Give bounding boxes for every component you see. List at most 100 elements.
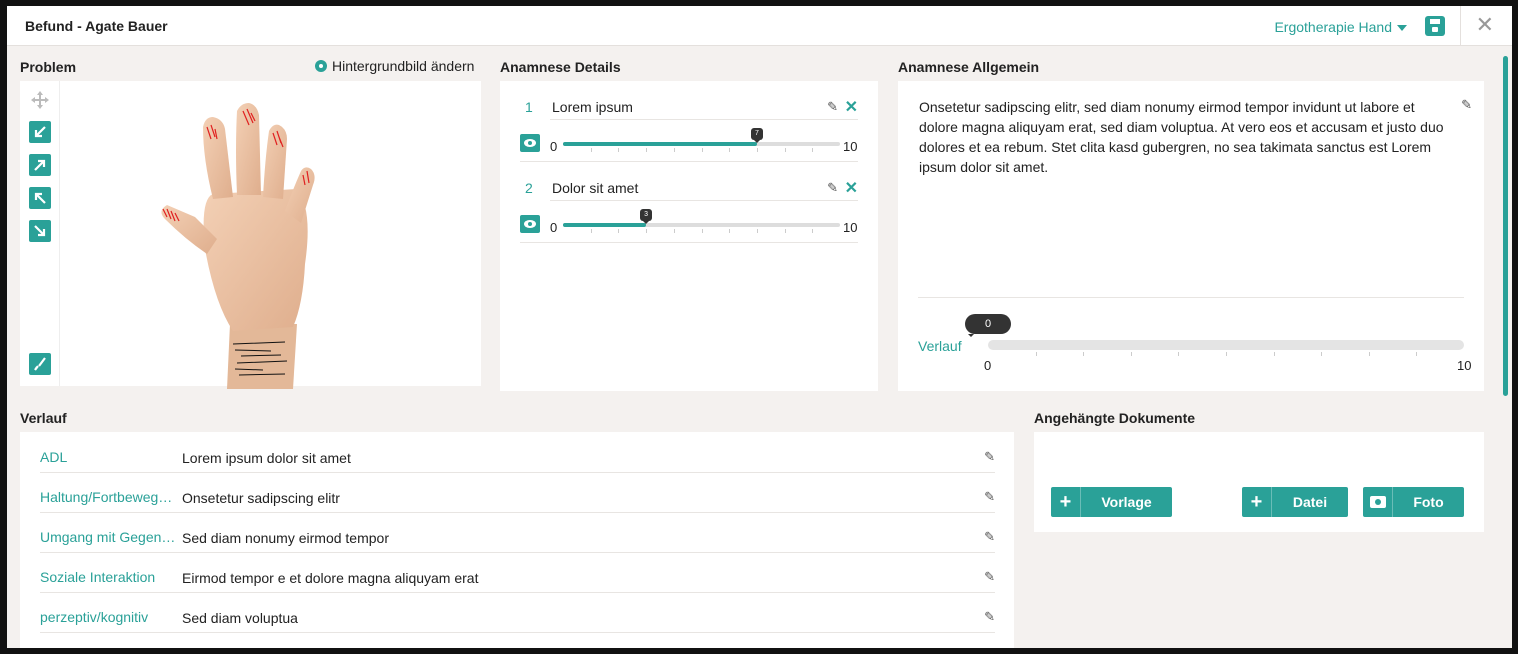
delete-icon[interactable]: ✕ [845,181,858,197]
slider-tick [1178,352,1180,356]
details-slider[interactable]: 7 [563,128,840,152]
row-value: Eirmod tempor e et dolore magna aliquyam… [182,570,479,586]
slider-tick [784,229,786,233]
slider-tick [646,229,648,233]
slider-min: 0 [984,358,992,373]
slider-max: 10 [843,220,858,235]
slider-tick [1130,352,1132,356]
slider-tick [673,148,675,152]
slider-tick [1416,352,1418,356]
move-icon[interactable] [29,89,51,111]
verlauf-heading: Verlauf [20,410,67,426]
brush-icon[interactable] [29,353,51,375]
therapy-select[interactable]: Ergotherapie Hand [1274,19,1407,35]
table-row[interactable]: Haltung/Fortbewegung Onsetetur sadipscin… [40,489,995,529]
documents-heading: Angehängte Dokumente [1034,410,1196,426]
therapy-select-label: Ergotherapie Hand [1274,19,1392,35]
row-key: perzeptiv/kognitiv [40,609,149,625]
slider-tick [590,148,592,152]
verlauf-slider[interactable]: 0 [965,314,1464,356]
table-row[interactable]: perzeptiv/kognitiv Sed diam voluptua ✎ [40,609,995,648]
slider-tick [729,148,731,152]
verlauf-panel: ADL Lorem ipsum dolor sit amet ✎ Haltung… [20,432,1014,648]
change-background-label: Hintergrundbild ändern [332,58,475,74]
row-divider [40,552,995,553]
delete-icon[interactable]: ✕ [845,100,858,116]
slider-fill [563,223,647,227]
add-file-label: Datei [1292,494,1328,510]
slider-tick [756,148,758,152]
row-value: Sed diam voluptua [182,610,298,626]
pencil-icon[interactable]: ✎ [984,529,995,545]
add-template-label: Vorlage [1101,494,1152,510]
add-template-button[interactable]: + Vorlage [1051,487,1172,517]
row-divider [40,512,995,513]
pencil-icon[interactable]: ✎ [984,609,995,625]
header-divider [1460,6,1461,46]
slider-max: 10 [1457,358,1472,373]
general-heading: Anamnese Allgemein [898,59,1040,75]
pencil-icon[interactable]: ✎ [827,180,838,196]
arrow-down-right-icon[interactable] [29,220,51,242]
details-item-underline [550,200,858,201]
table-row[interactable]: ADL Lorem ipsum dolor sit amet ✎ [40,449,995,489]
arrow-up-right-icon[interactable] [29,154,51,176]
slider-tick [1368,352,1370,356]
hand-image [161,103,315,389]
slider-value-bubble: 3 [640,209,653,224]
row-key: Haltung/Fortbewegung [40,489,180,505]
save-icon[interactable] [1425,16,1445,36]
slider-tick [756,229,758,233]
caret-down-icon [1397,25,1407,31]
modal-title: Befund - Agate Bauer [25,18,168,34]
close-icon[interactable]: ✕ [1476,14,1494,36]
slider-max: 10 [843,139,858,154]
change-background-button[interactable]: Hintergrundbild ändern [315,58,474,74]
row-value: Lorem ipsum dolor sit amet [182,450,351,466]
slider-value-bubble: 0 [965,314,1011,337]
slider-tick [673,229,675,233]
details-slider[interactable]: 3 [563,209,840,233]
plus-icon: + [1242,487,1272,517]
slider-tick [618,229,620,233]
row-value: Sed diam nonumy eirmod tempor [182,530,389,546]
eye-icon[interactable] [520,215,540,233]
modal-header: Befund - Agate Bauer Ergotherapie Hand ✕ [7,6,1512,46]
row-divider [40,472,995,473]
row-key: ADL [40,449,68,465]
eye-icon[interactable] [520,134,540,152]
befund-modal: Befund - Agate Bauer Ergotherapie Hand ✕… [7,6,1512,648]
slider-tick [618,148,620,152]
pencil-icon[interactable]: ✎ [827,99,838,115]
details-item-number: 1 [525,99,533,115]
general-panel: Onsetetur sadipscing elitr, sed diam non… [898,81,1484,391]
scrollbar[interactable] [1503,56,1508,396]
arrow-down-left-icon[interactable] [29,121,51,143]
table-row[interactable]: Umgang mit Gegenständen Sed diam nonumy … [40,529,995,569]
pencil-icon[interactable]: ✎ [984,449,995,465]
slider-tick [1035,352,1037,356]
table-row[interactable]: Soziale Interaktion Eirmod tempor e et d… [40,569,995,609]
camera-icon [1363,487,1393,517]
verlauf-slider-label: Verlauf [918,338,962,354]
pencil-icon[interactable]: ✎ [984,569,995,585]
slider-tick [812,229,814,233]
slider-tick [1273,352,1275,356]
details-item-label: Lorem ipsum [552,99,633,115]
slider-tick [812,148,814,152]
pencil-icon[interactable]: ✎ [1461,97,1472,113]
problem-canvas[interactable] [20,81,481,389]
add-photo-button[interactable]: Foto [1363,487,1464,517]
slider-tick [1321,352,1323,356]
general-divider [918,297,1464,298]
pencil-icon[interactable]: ✎ [984,489,995,505]
slider-tick [1226,352,1227,356]
slider-tick [646,148,648,152]
slider-min: 0 [550,139,558,154]
slider-min: 0 [550,220,558,235]
arrow-up-left-icon[interactable] [29,187,51,209]
details-item: 2 Dolor sit amet ✎ ✕ 0 3 10 [520,180,858,250]
slider-tick [784,148,786,152]
slider-fill [563,142,757,146]
add-file-button[interactable]: + Datei [1242,487,1348,517]
